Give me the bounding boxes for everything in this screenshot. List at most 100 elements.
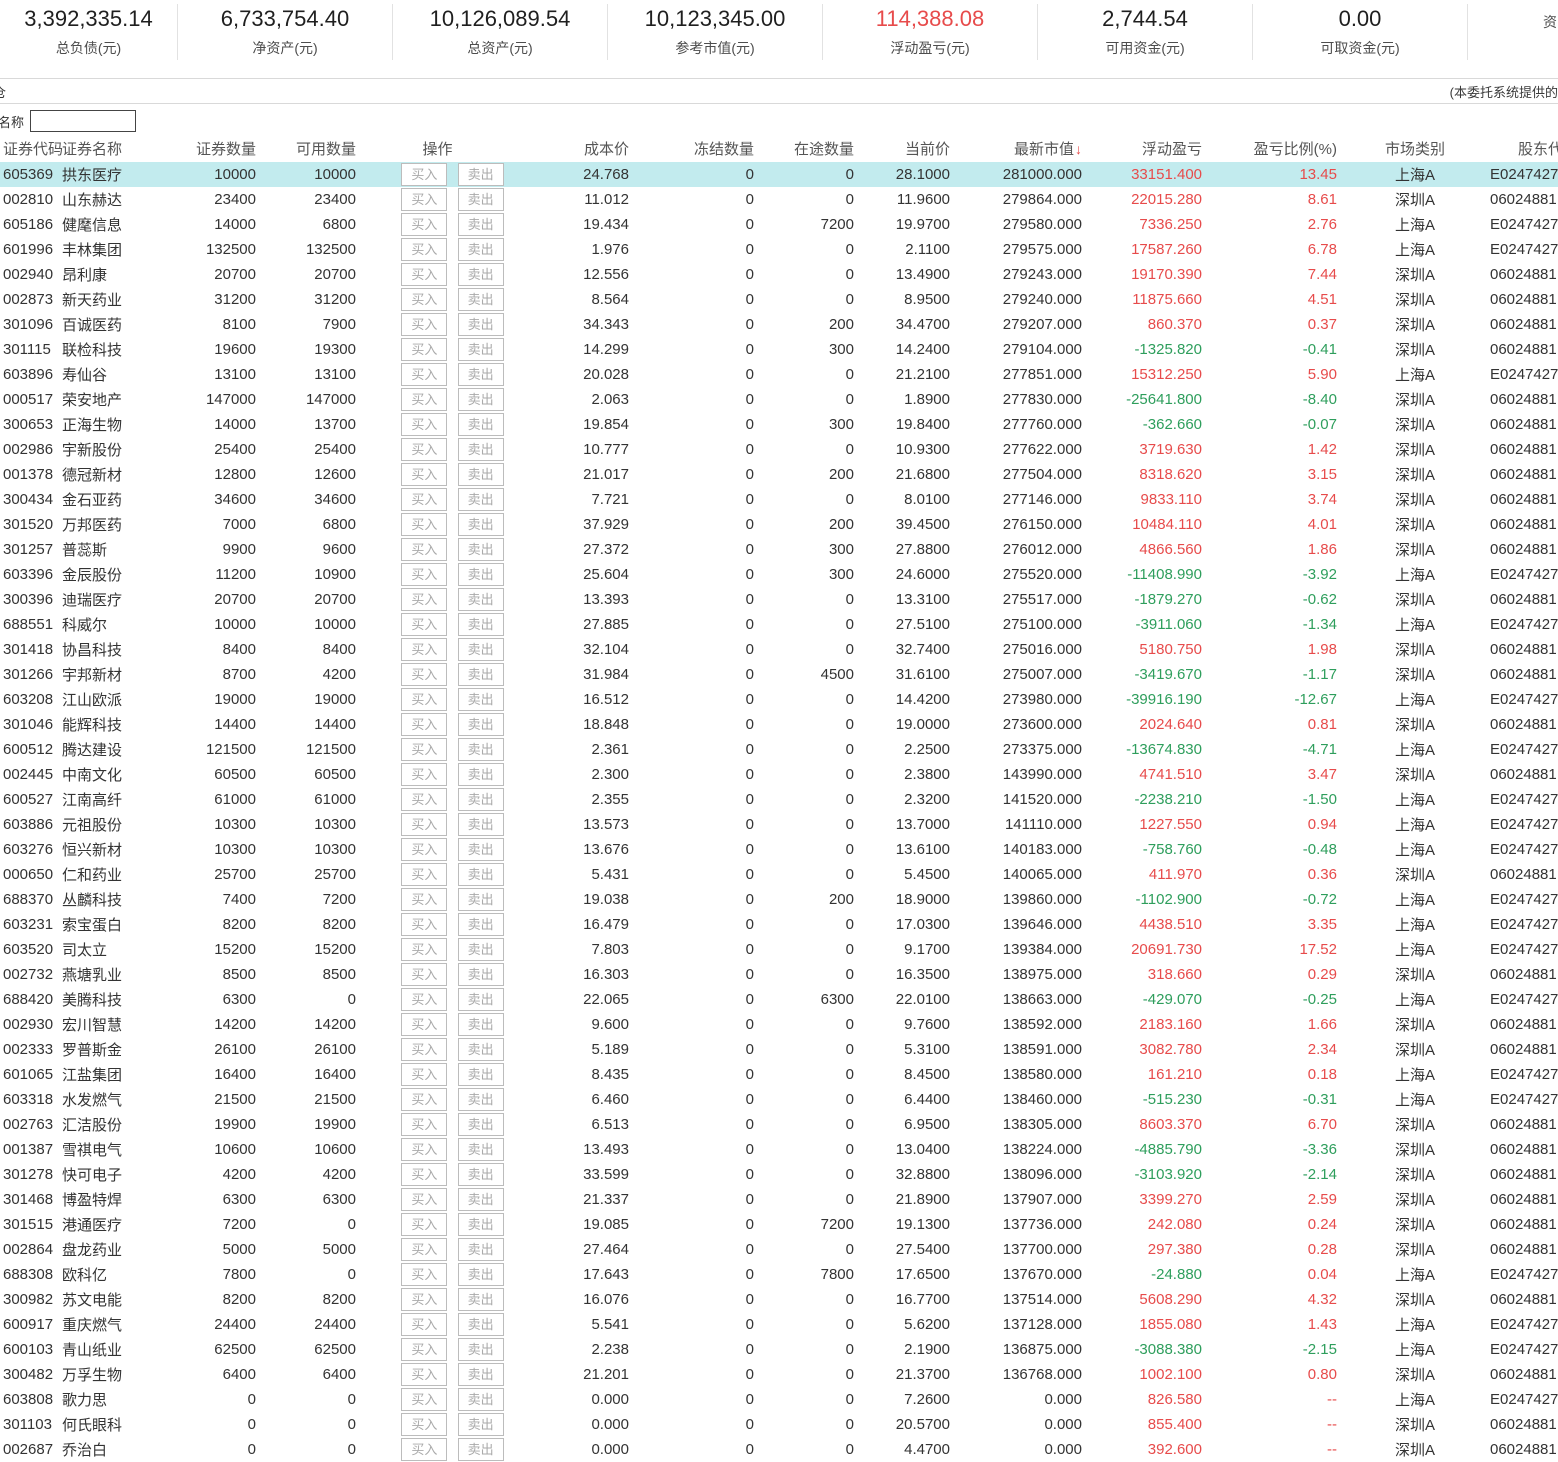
- table-row[interactable]: 301468 博盈特焊 6300 6300 买入 卖出 21.337 0 0 2…: [0, 1187, 1558, 1212]
- sell-button[interactable]: 卖出: [457, 1063, 504, 1086]
- table-row[interactable]: 600512 腾达建设 121500 121500 买入 卖出 2.361 0 …: [0, 737, 1558, 762]
- col-header-shareholder-code[interactable]: 股东代码: [1471, 134, 1558, 162]
- buy-button[interactable]: 买入: [401, 363, 448, 386]
- tab-positions-partial[interactable]: 仓: [0, 82, 6, 101]
- col-header-market-value[interactable]: 最新市值↓: [954, 134, 1086, 162]
- sell-button[interactable]: 卖出: [457, 938, 504, 961]
- sell-button[interactable]: 卖出: [457, 388, 504, 411]
- sell-button[interactable]: 卖出: [457, 1188, 504, 1211]
- buy-button[interactable]: 买入: [401, 713, 448, 736]
- buy-button[interactable]: 买入: [401, 1338, 448, 1361]
- sell-button[interactable]: 卖出: [457, 438, 504, 461]
- sell-button[interactable]: 卖出: [457, 1438, 504, 1461]
- buy-button[interactable]: 买入: [401, 213, 448, 236]
- buy-button[interactable]: 买入: [401, 488, 448, 511]
- sell-button[interactable]: 卖出: [457, 513, 504, 536]
- table-row[interactable]: 601065 江盐集团 16400 16400 买入 卖出 8.435 0 0 …: [0, 1062, 1558, 1087]
- table-row[interactable]: 605186 健麾信息 14000 6800 买入 卖出 19.434 0 72…: [0, 212, 1558, 237]
- table-row[interactable]: 603231 索宝蛋白 8200 8200 买入 卖出 16.479 0 0 1…: [0, 912, 1558, 937]
- col-header-market-type[interactable]: 市场类别: [1341, 134, 1471, 162]
- buy-button[interactable]: 买入: [401, 838, 448, 861]
- sell-button[interactable]: 卖出: [457, 688, 504, 711]
- buy-button[interactable]: 买入: [401, 313, 448, 336]
- table-row[interactable]: 002732 燕塘乳业 8500 8500 买入 卖出 16.303 0 0 1…: [0, 962, 1558, 987]
- col-header-cost-price[interactable]: 成本价: [515, 134, 633, 162]
- table-row[interactable]: 002864 盘龙药业 5000 5000 买入 卖出 27.464 0 0 2…: [0, 1237, 1558, 1262]
- table-row[interactable]: 301418 协昌科技 8400 8400 买入 卖出 32.104 0 0 3…: [0, 637, 1558, 662]
- buy-button[interactable]: 买入: [401, 988, 448, 1011]
- table-row[interactable]: 688420 美腾科技 6300 0 买入 卖出 22.065 0 6300 2…: [0, 987, 1558, 1012]
- col-header-available[interactable]: 可用数量: [260, 134, 360, 162]
- table-row[interactable]: 301257 普蕊斯 9900 9600 买入 卖出 27.372 0 300 …: [0, 537, 1558, 562]
- sell-button[interactable]: 卖出: [457, 913, 504, 936]
- col-header-security-name[interactable]: 证券名称: [60, 134, 178, 162]
- buy-button[interactable]: 买入: [401, 1013, 448, 1036]
- sell-button[interactable]: 卖出: [457, 738, 504, 761]
- table-row[interactable]: 002687 乔治白 0 0 买入 卖出 0.000 0 0 4.4700 0.…: [0, 1437, 1558, 1462]
- buy-button[interactable]: 买入: [401, 463, 448, 486]
- table-row[interactable]: 001378 德冠新材 12800 12600 买入 卖出 21.017 0 2…: [0, 462, 1558, 487]
- col-header-quantity[interactable]: 证券数量: [178, 134, 260, 162]
- sell-button[interactable]: 卖出: [457, 1163, 504, 1186]
- sell-button[interactable]: 卖出: [457, 1388, 504, 1411]
- col-header-current-price[interactable]: 当前价: [858, 134, 954, 162]
- sell-button[interactable]: 卖出: [457, 963, 504, 986]
- table-row[interactable]: 301103 何氏眼科 0 0 买入 卖出 0.000 0 0 20.5700 …: [0, 1412, 1558, 1437]
- col-header-in-transit[interactable]: 在途数量: [758, 134, 858, 162]
- sell-button[interactable]: 卖出: [457, 588, 504, 611]
- table-row[interactable]: 603208 江山欧派 19000 19000 买入 卖出 16.512 0 0…: [0, 687, 1558, 712]
- sell-button[interactable]: 卖出: [457, 813, 504, 836]
- table-row[interactable]: 002986 宇新股份 25400 25400 买入 卖出 10.777 0 0…: [0, 437, 1558, 462]
- sell-button[interactable]: 卖出: [457, 1363, 504, 1386]
- table-row[interactable]: 002930 宏川智慧 14200 14200 买入 卖出 9.600 0 0 …: [0, 1012, 1558, 1037]
- table-row[interactable]: 000650 仁和药业 25700 25700 买入 卖出 5.431 0 0 …: [0, 862, 1558, 887]
- table-row[interactable]: 603276 恒兴新材 10300 10300 买入 卖出 13.676 0 0…: [0, 837, 1558, 862]
- buy-button[interactable]: 买入: [401, 163, 448, 186]
- buy-button[interactable]: 买入: [401, 1363, 448, 1386]
- table-row[interactable]: 001387 雪祺电气 10600 10600 买入 卖出 13.493 0 0…: [0, 1137, 1558, 1162]
- sell-button[interactable]: 卖出: [457, 463, 504, 486]
- buy-button[interactable]: 买入: [401, 513, 448, 536]
- sell-button[interactable]: 卖出: [457, 1338, 504, 1361]
- sell-button[interactable]: 卖出: [457, 488, 504, 511]
- name-filter-input[interactable]: [30, 110, 137, 132]
- table-row[interactable]: 002810 山东赫达 23400 23400 买入 卖出 11.012 0 0…: [0, 187, 1558, 212]
- table-row[interactable]: 301046 能辉科技 14400 14400 买入 卖出 18.848 0 0…: [0, 712, 1558, 737]
- buy-button[interactable]: 买入: [401, 1138, 448, 1161]
- buy-button[interactable]: 买入: [401, 788, 448, 811]
- table-row[interactable]: 601996 丰林集团 132500 132500 买入 卖出 1.976 0 …: [0, 237, 1558, 262]
- table-row[interactable]: 300482 万孚生物 6400 6400 买入 卖出 21.201 0 0 2…: [0, 1362, 1558, 1387]
- sell-button[interactable]: 卖出: [457, 538, 504, 561]
- sell-button[interactable]: 卖出: [457, 1088, 504, 1111]
- buy-button[interactable]: 买入: [401, 1388, 448, 1411]
- sell-button[interactable]: 卖出: [457, 413, 504, 436]
- buy-button[interactable]: 买入: [401, 1113, 448, 1136]
- sell-button[interactable]: 卖出: [457, 163, 504, 186]
- buy-button[interactable]: 买入: [401, 663, 448, 686]
- sell-button[interactable]: 卖出: [457, 1038, 504, 1061]
- table-row[interactable]: 301096 百诚医药 8100 7900 买入 卖出 34.343 0 200…: [0, 312, 1558, 337]
- table-row[interactable]: 603808 歌力思 0 0 买入 卖出 0.000 0 0 7.2600 0.…: [0, 1387, 1558, 1412]
- table-row[interactable]: 600103 青山纸业 62500 62500 买入 卖出 2.238 0 0 …: [0, 1337, 1558, 1362]
- table-row[interactable]: 002873 新天药业 31200 31200 买入 卖出 8.564 0 0 …: [0, 287, 1558, 312]
- table-row[interactable]: 301278 快可电子 4200 4200 买入 卖出 33.599 0 0 3…: [0, 1162, 1558, 1187]
- table-row[interactable]: 600527 江南高纤 61000 61000 买入 卖出 2.355 0 0 …: [0, 787, 1558, 812]
- table-row[interactable]: 603896 寿仙谷 13100 13100 买入 卖出 20.028 0 0 …: [0, 362, 1558, 387]
- table-row[interactable]: 688308 欧科亿 7800 0 买入 卖出 17.643 0 7800 17…: [0, 1262, 1558, 1287]
- buy-button[interactable]: 买入: [401, 888, 448, 911]
- sell-button[interactable]: 卖出: [457, 1113, 504, 1136]
- table-row[interactable]: 301266 宇邦新材 8700 4200 买入 卖出 31.984 0 450…: [0, 662, 1558, 687]
- table-row[interactable]: 301520 万邦医药 7000 6800 买入 卖出 37.929 0 200…: [0, 512, 1558, 537]
- table-row[interactable]: 300653 正海生物 14000 13700 买入 卖出 19.854 0 3…: [0, 412, 1558, 437]
- sell-button[interactable]: 卖出: [457, 313, 504, 336]
- buy-button[interactable]: 买入: [401, 388, 448, 411]
- buy-button[interactable]: 买入: [401, 238, 448, 261]
- sell-button[interactable]: 卖出: [457, 213, 504, 236]
- buy-button[interactable]: 买入: [401, 1288, 448, 1311]
- table-row[interactable]: 300982 苏文电能 8200 8200 买入 卖出 16.076 0 0 1…: [0, 1287, 1558, 1312]
- sell-button[interactable]: 卖出: [457, 863, 504, 886]
- buy-button[interactable]: 买入: [401, 188, 448, 211]
- table-row[interactable]: 605369 拱东医疗 10000 10000 买入 卖出 24.768 0 0…: [0, 162, 1558, 187]
- buy-button[interactable]: 买入: [401, 538, 448, 561]
- sell-button[interactable]: 卖出: [457, 888, 504, 911]
